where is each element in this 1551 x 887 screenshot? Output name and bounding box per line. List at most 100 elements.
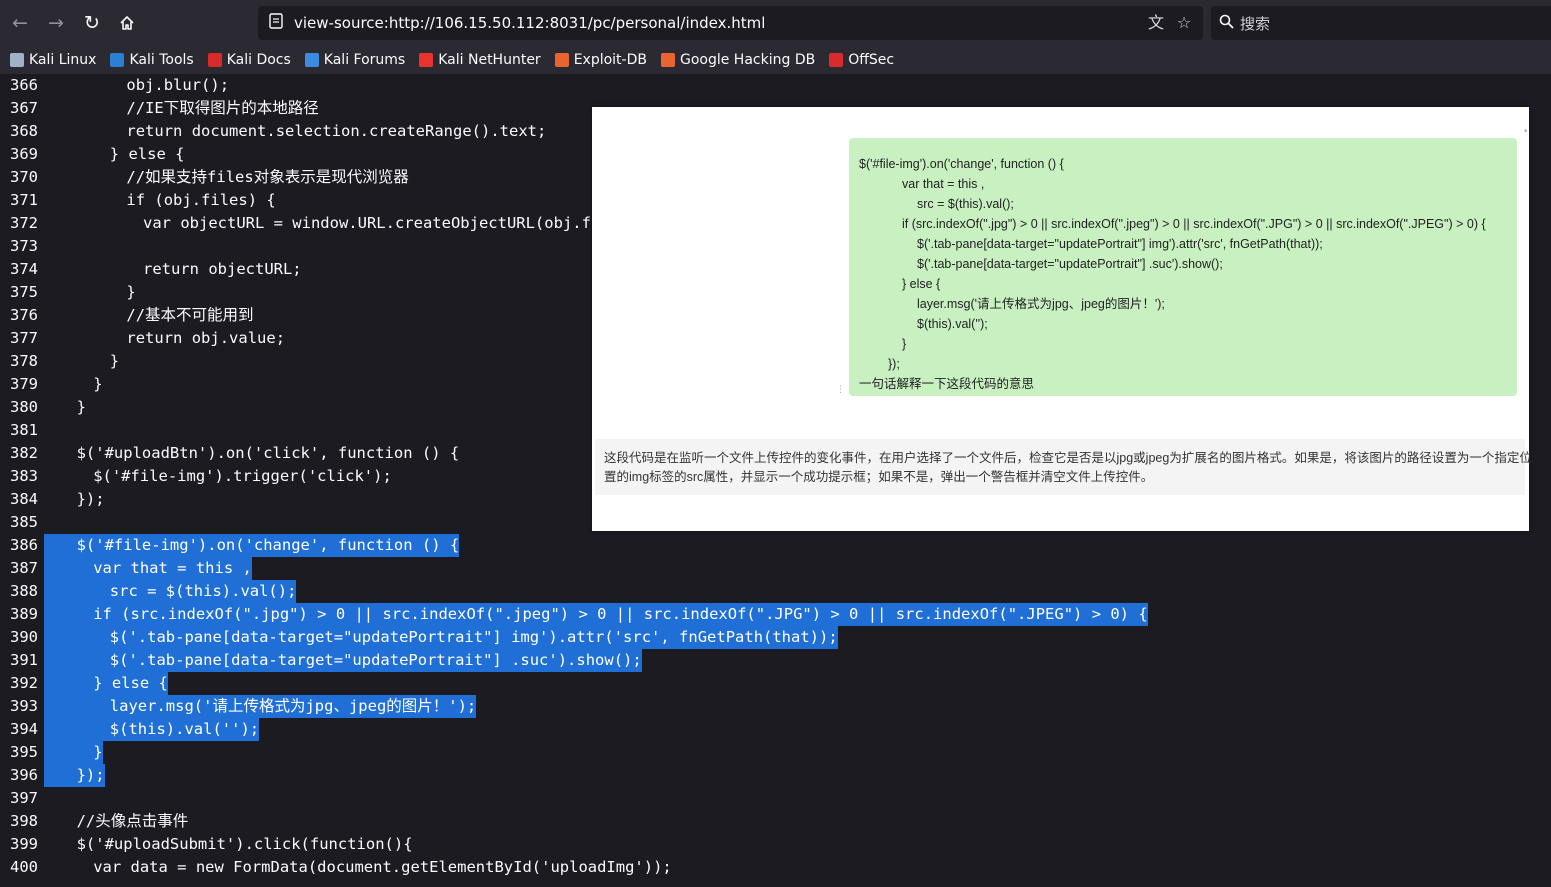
- source-code-text[interactable]: }: [93, 741, 103, 764]
- source-code-text[interactable]: var that = this ,: [93, 557, 252, 580]
- kali-forums-icon: [304, 53, 319, 67]
- bookmark-exploit-db[interactable]: Exploit-DB: [553, 48, 649, 72]
- source-code-text[interactable]: $('#file-img').trigger('click');: [93, 465, 392, 488]
- bookmark-kali-nethunter[interactable]: Kali NetHunter: [417, 48, 542, 72]
- line-number: 381: [10, 421, 38, 439]
- source-line: 366 obj.blur();: [0, 74, 1551, 97]
- assistant-answer: 这段代码是在监听一个文件上传控件的变化事件，在用户选择了一个文件后，检查它是否是…: [595, 439, 1532, 495]
- home-icon: [120, 16, 134, 30]
- bookmark-kali-tools[interactable]: Kali Tools: [108, 48, 195, 72]
- ghdb-icon: [660, 53, 675, 67]
- line-number: 374: [10, 260, 38, 278]
- source-code-text[interactable]: if (src.indexOf(".jpg") > 0 || src.index…: [93, 603, 1148, 626]
- line-number: 369: [10, 145, 38, 163]
- source-code-text[interactable]: $('#uploadBtn').on('click', function () …: [77, 442, 460, 465]
- selection-highlight: [44, 557, 94, 580]
- source-code-text[interactable]: } else {: [110, 143, 185, 166]
- source-code-text[interactable]: //IE下取得图片的本地路径: [126, 97, 318, 120]
- source-line: 395}: [0, 741, 1551, 764]
- line-number: 397: [10, 789, 38, 807]
- selection-highlight: [44, 672, 94, 695]
- bookmark-label: OffSec: [848, 52, 895, 68]
- selection-highlight: [44, 649, 110, 672]
- source-code-text[interactable]: //头像点击事件: [77, 810, 189, 833]
- question-code-line: layer.msg('请上传格式为jpg、jpeg的图片！');: [917, 297, 1165, 311]
- reload-button[interactable]: ↻: [77, 8, 107, 38]
- answer-text-line-2: 置的img标签的src属性，并显示一个成功提示框；如果不是，弹出一个警告框并清空…: [604, 470, 1154, 484]
- source-code-text[interactable]: var data = new FormData(document.getElem…: [93, 856, 672, 879]
- line-number: 378: [10, 352, 38, 370]
- chat-overlay-window: $('#file-img').on('change', function () …: [592, 107, 1532, 531]
- source-code-text[interactable]: }: [93, 373, 102, 396]
- source-line: 399 $('#uploadSubmit').click(function(){: [0, 833, 1551, 856]
- selection-highlight: [44, 626, 110, 649]
- source-line: 394 $(this).val('');: [0, 718, 1551, 741]
- line-number: 367: [10, 99, 38, 117]
- bookmark-label: Exploit-DB: [573, 52, 647, 68]
- source-code-text[interactable]: src = $(this).val();: [109, 580, 297, 603]
- bookmark-kali-linux[interactable]: Kali Linux: [8, 48, 98, 72]
- line-number: 370: [10, 168, 38, 186]
- line-number: 376: [10, 306, 38, 324]
- browser-toolbar: ← → ↻ view-source:http://106.15.50.112:8…: [0, 0, 1551, 46]
- translate-icon[interactable]: 文: [1146, 13, 1166, 33]
- page-info-icon[interactable]: [266, 13, 286, 33]
- kali-tools-icon: [110, 53, 125, 67]
- source-code-text[interactable]: //基本不可能用到: [126, 304, 253, 327]
- line-number: 379: [10, 375, 38, 393]
- reload-icon: ↻: [84, 12, 100, 34]
- selection-highlight: [44, 534, 77, 557]
- selection-highlight: [44, 718, 110, 741]
- bookmark-offsec[interactable]: OffSec: [827, 48, 896, 72]
- source-code-text[interactable]: $('#uploadSubmit').click(function(){: [77, 833, 413, 856]
- source-line: 397: [0, 787, 1551, 810]
- user-question-bubble: $('#file-img').on('change', function () …: [849, 138, 1517, 396]
- source-line: 388 src = $(this).val();: [0, 580, 1551, 603]
- bookmark-google-hacking-db[interactable]: Google Hacking DB: [659, 48, 817, 72]
- back-button[interactable]: ←: [5, 8, 35, 38]
- home-button[interactable]: [112, 8, 142, 38]
- source-code-text[interactable]: return document.selection.createRange().…: [126, 120, 546, 143]
- source-code-text[interactable]: return objectURL;: [143, 258, 302, 281]
- source-code-text[interactable]: }: [110, 350, 119, 373]
- source-code-text[interactable]: return obj.value;: [126, 327, 285, 350]
- source-code-text[interactable]: } else {: [93, 672, 168, 695]
- question-code-line: var that = this ,: [902, 177, 985, 191]
- question-code-line: $('.tab-pane[data-target="updatePortrait…: [917, 257, 1223, 271]
- line-number: 366: [10, 76, 38, 94]
- bookmark-label: Google Hacking DB: [679, 52, 816, 68]
- question-code-line: $('#file-img').on('change', function () …: [859, 157, 1064, 171]
- source-code-text[interactable]: $('#file-img').on('change', function () …: [76, 534, 460, 557]
- url-text[interactable]: view-source:http://106.15.50.112:8031/pc…: [294, 14, 765, 32]
- source-code-text[interactable]: obj.blur();: [126, 74, 229, 97]
- drag-handle-icon: ⋮: [836, 385, 845, 395]
- source-code-text[interactable]: });: [77, 488, 105, 511]
- bookmark-kali-docs[interactable]: Kali Docs: [206, 48, 293, 72]
- line-number: 399: [10, 835, 38, 853]
- source-code-text[interactable]: if (obj.files) {: [126, 189, 275, 212]
- source-line: 391 $('.tab-pane[data-target="updatePortr…: [0, 649, 1551, 672]
- question-code-line: $(this).val('');: [917, 317, 988, 331]
- source-line: 398 //头像点击事件: [0, 810, 1551, 833]
- source-code-text[interactable]: }: [126, 281, 135, 304]
- question-code-line: } else {: [902, 277, 941, 291]
- star-icon[interactable]: ☆: [1174, 13, 1194, 33]
- source-line: 390 $('.tab-pane[data-target="updatePortr…: [0, 626, 1551, 649]
- line-number: 383: [10, 467, 38, 485]
- source-code-text[interactable]: });: [76, 764, 105, 787]
- source-code-text[interactable]: layer.msg('请上传格式为jpg、jpeg的图片！');: [109, 695, 477, 718]
- source-code-text[interactable]: $('.tab-pane[data-target="updatePortrait…: [109, 649, 642, 672]
- url-bar[interactable]: view-source:http://106.15.50.112:8031/pc…: [258, 6, 1203, 40]
- line-number: 372: [10, 214, 38, 232]
- source-code-text[interactable]: }: [77, 396, 86, 419]
- source-code-text[interactable]: $(this).val('');: [109, 718, 260, 741]
- bookmark-kali-forums[interactable]: Kali Forums: [303, 48, 407, 72]
- source-code-text[interactable]: //如果支持files对象表示是现代浏览器: [126, 166, 408, 189]
- source-code-text[interactable]: $('.tab-pane[data-target="updatePortrait…: [109, 626, 838, 649]
- selection-highlight: [44, 741, 94, 764]
- line-number: 382: [10, 444, 38, 462]
- source-line: 387 var that = this ,: [0, 557, 1551, 580]
- kali-dragon-icon: [10, 53, 24, 67]
- search-bar[interactable]: 搜索: [1211, 6, 1551, 40]
- forward-button[interactable]: →: [41, 8, 71, 38]
